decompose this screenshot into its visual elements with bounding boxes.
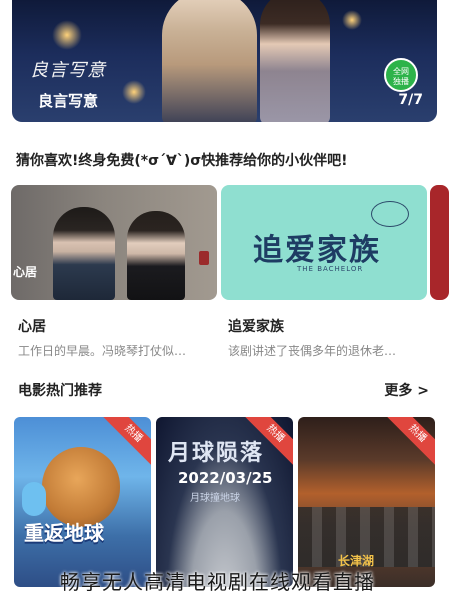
character-image xyxy=(22,482,46,516)
section-title: 电影热门推荐 xyxy=(18,383,102,399)
drama-card-xinju[interactable]: 心居 xyxy=(11,185,217,300)
light-glow xyxy=(342,10,362,30)
banner-page-counter: 7/7 xyxy=(398,92,423,108)
card-desc: 工作日的早晨。冯晓琴打仗似… xyxy=(18,344,187,358)
light-glow xyxy=(52,20,82,50)
poster-date: 2022/03/25 xyxy=(178,469,273,487)
drama-card-partial[interactable] xyxy=(430,185,449,300)
banner-actress-image xyxy=(260,0,330,122)
card-title[interactable]: 追爱家族 xyxy=(228,316,284,336)
hot-ribbon: 热播 xyxy=(382,417,435,469)
card-title[interactable]: 心居 xyxy=(18,316,46,336)
watermark-caption: 畅享无人高清电视剧在线观看直播 xyxy=(60,570,375,594)
movie-poster-changjin-lake[interactable]: 长津湖 热播 xyxy=(298,417,435,587)
card-desc: 该剧讲述了丧偶多年的退休老… xyxy=(228,344,397,358)
poster-logo: 重返地球 xyxy=(24,521,104,545)
exclusive-badge: 全网 独播 xyxy=(384,58,418,92)
speech-bubble-icon xyxy=(371,201,409,227)
poster-title-art: 追爱家族 xyxy=(253,233,381,268)
movie-poster-moonfall[interactable]: 月球陨落 2022/03/25 月球撞地球 热播 xyxy=(156,417,293,587)
banner-calligraphy-logo: 良言写意 xyxy=(30,60,106,81)
poster-figure xyxy=(53,207,115,300)
poster-figure xyxy=(127,211,185,300)
banner-actor-image xyxy=(162,0,257,122)
banner-title: 良言写意 xyxy=(38,92,99,110)
poster-title: 月球陨落 xyxy=(168,441,265,466)
channel-logo-icon xyxy=(199,251,209,265)
movie-poster-boonie-bears[interactable]: 重返地球 热播 xyxy=(14,417,151,587)
drama-card-zhuiai[interactable]: 追爱家族 THE BACHELOR xyxy=(221,185,427,300)
recommend-text: 猜你喜欢!终身免费(*σ´∀`)σ快推荐给你的小伙伴吧! xyxy=(16,153,348,169)
hero-banner[interactable]: 良言写意 良言写意 全网 独播 7/7 xyxy=(12,0,437,122)
bear-character-image xyxy=(42,447,120,527)
poster-subtitle: 月球撞地球 xyxy=(190,493,240,504)
poster-subtitle: THE BACHELOR xyxy=(297,265,364,273)
more-link[interactable]: 更多 > xyxy=(384,380,429,400)
light-glow xyxy=(122,80,146,104)
poster-tag: 心居 xyxy=(13,265,38,279)
